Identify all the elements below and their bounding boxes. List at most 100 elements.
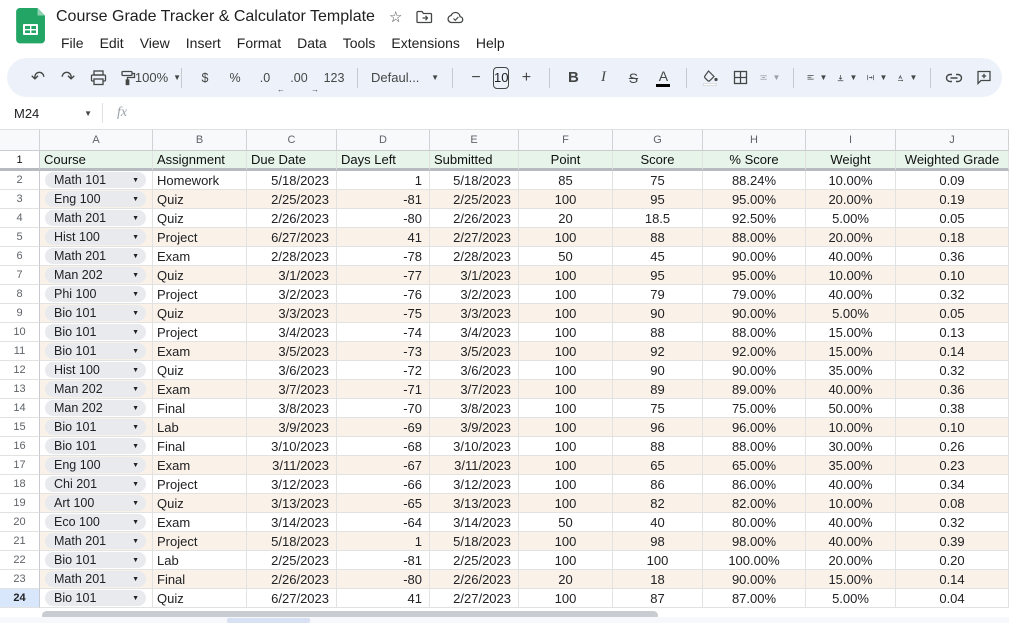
cell-course[interactable]: Math 201 ▼ — [40, 532, 153, 551]
cell[interactable]: -70 — [337, 399, 430, 418]
header-cell--score[interactable]: % Score — [703, 151, 806, 171]
cell[interactable]: 0.04 — [896, 589, 1009, 608]
cell[interactable]: 100 — [519, 304, 613, 323]
cell[interactable]: 3/3/2023 — [247, 304, 337, 323]
column-header-G[interactable]: G — [613, 130, 703, 151]
increase-decimal-button[interactable]: .00 → — [286, 65, 319, 94]
cell[interactable]: 2/28/2023 — [430, 247, 519, 266]
row-header-23[interactable]: 23 — [0, 570, 40, 589]
row-header-14[interactable]: 14 — [0, 399, 40, 418]
cell[interactable]: Quiz — [153, 266, 247, 285]
cell[interactable]: 2/27/2023 — [430, 228, 519, 247]
cell-course[interactable]: Bio 101 ▼ — [40, 304, 153, 323]
cell[interactable]: 100 — [519, 475, 613, 494]
row-header-10[interactable]: 10 — [0, 323, 40, 342]
cell[interactable]: Exam — [153, 456, 247, 475]
cell[interactable]: 0.09 — [896, 171, 1009, 190]
row-header-21[interactable]: 21 — [0, 532, 40, 551]
cell[interactable]: 1 — [337, 532, 430, 551]
cell[interactable]: 88 — [613, 228, 703, 247]
cell[interactable]: 86 — [613, 475, 703, 494]
cell[interactable]: -75 — [337, 304, 430, 323]
cell[interactable]: 75 — [613, 399, 703, 418]
cell[interactable]: 20 — [519, 570, 613, 589]
cell[interactable]: 5.00% — [806, 304, 896, 323]
cell[interactable]: 3/11/2023 — [247, 456, 337, 475]
cell[interactable]: -71 — [337, 380, 430, 399]
row-header-12[interactable]: 12 — [0, 361, 40, 380]
insert-chart-button[interactable] — [1001, 65, 1002, 91]
cell[interactable]: 100 — [519, 285, 613, 304]
cell[interactable]: 100 — [519, 361, 613, 380]
cell-course[interactable]: Math 201 ▼ — [40, 570, 153, 589]
cell[interactable]: 100 — [519, 266, 613, 285]
cell[interactable]: 50 — [519, 247, 613, 266]
course-chip[interactable]: Bio 101 ▼ — [45, 419, 146, 435]
cell[interactable]: 0.18 — [896, 228, 1009, 247]
cell[interactable]: 100.00% — [703, 551, 806, 570]
course-chip[interactable]: Hist 100 ▼ — [45, 362, 146, 378]
cell-course[interactable]: Phi 100 ▼ — [40, 285, 153, 304]
cell[interactable]: 0.36 — [896, 247, 1009, 266]
cell[interactable]: 100 — [519, 399, 613, 418]
row-header-1[interactable]: 1 — [0, 151, 40, 171]
cell[interactable]: 2/28/2023 — [247, 247, 337, 266]
cell-course[interactable]: Eng 100 ▼ — [40, 456, 153, 475]
cell[interactable]: 0.36 — [896, 380, 1009, 399]
cell[interactable]: 0.10 — [896, 266, 1009, 285]
cell[interactable]: 87 — [613, 589, 703, 608]
cell[interactable]: 0.32 — [896, 285, 1009, 304]
cell-course[interactable]: Math 101 ▼ — [40, 171, 153, 190]
cell[interactable]: 3/1/2023 — [430, 266, 519, 285]
cell[interactable]: -80 — [337, 570, 430, 589]
cell-course[interactable]: Chi 201 ▼ — [40, 475, 153, 494]
cell[interactable]: 3/2/2023 — [247, 285, 337, 304]
header-cell-course[interactable]: Course — [40, 151, 153, 171]
cell[interactable]: 3/3/2023 — [430, 304, 519, 323]
cell[interactable]: 5/18/2023 — [430, 532, 519, 551]
cell[interactable]: 1 — [337, 171, 430, 190]
cell[interactable]: 6/27/2023 — [247, 228, 337, 247]
cell[interactable]: Quiz — [153, 209, 247, 228]
column-header-E[interactable]: E — [430, 130, 519, 151]
cell[interactable]: 3/4/2023 — [430, 323, 519, 342]
cell[interactable]: 100 — [519, 228, 613, 247]
cell[interactable]: 45 — [613, 247, 703, 266]
cell[interactable]: 20.00% — [806, 551, 896, 570]
cell[interactable]: 3/9/2023 — [247, 418, 337, 437]
column-header-F[interactable]: F — [519, 130, 613, 151]
course-chip[interactable]: Bio 101 ▼ — [45, 438, 146, 454]
cell[interactable]: 30.00% — [806, 437, 896, 456]
row-header-15[interactable]: 15 — [0, 418, 40, 437]
cell[interactable]: 3/14/2023 — [247, 513, 337, 532]
cell[interactable]: 88.00% — [703, 228, 806, 247]
cell[interactable]: 0.05 — [896, 304, 1009, 323]
cell[interactable]: 5/18/2023 — [247, 171, 337, 190]
cell[interactable]: 0.32 — [896, 513, 1009, 532]
format-currency-button[interactable]: $ — [192, 65, 218, 91]
cell[interactable]: 90.00% — [703, 304, 806, 323]
cell[interactable]: 2/25/2023 — [430, 551, 519, 570]
row-header-5[interactable]: 5 — [0, 228, 40, 247]
cell[interactable]: 3/13/2023 — [430, 494, 519, 513]
cell[interactable]: 5.00% — [806, 589, 896, 608]
italic-button[interactable]: I — [590, 65, 616, 91]
row-header-9[interactable]: 9 — [0, 304, 40, 323]
cell-course[interactable]: Math 201 ▼ — [40, 209, 153, 228]
cell[interactable]: 100 — [519, 342, 613, 361]
print-button[interactable] — [85, 65, 111, 91]
cell[interactable]: 40 — [613, 513, 703, 532]
cell[interactable]: 98 — [613, 532, 703, 551]
cell[interactable]: Exam — [153, 247, 247, 266]
cell[interactable]: 87.00% — [703, 589, 806, 608]
cell[interactable]: 3/14/2023 — [430, 513, 519, 532]
cell[interactable]: Final — [153, 399, 247, 418]
cell-course[interactable]: Hist 100 ▼ — [40, 228, 153, 247]
course-chip[interactable]: Math 201 ▼ — [45, 210, 146, 226]
cell[interactable]: 96.00% — [703, 418, 806, 437]
column-header-D[interactable]: D — [337, 130, 430, 151]
text-wrap-button[interactable]: ▼ — [864, 65, 890, 91]
column-header-J[interactable]: J — [896, 130, 1009, 151]
cell[interactable]: 85 — [519, 171, 613, 190]
course-chip[interactable]: Bio 101 ▼ — [45, 324, 146, 340]
